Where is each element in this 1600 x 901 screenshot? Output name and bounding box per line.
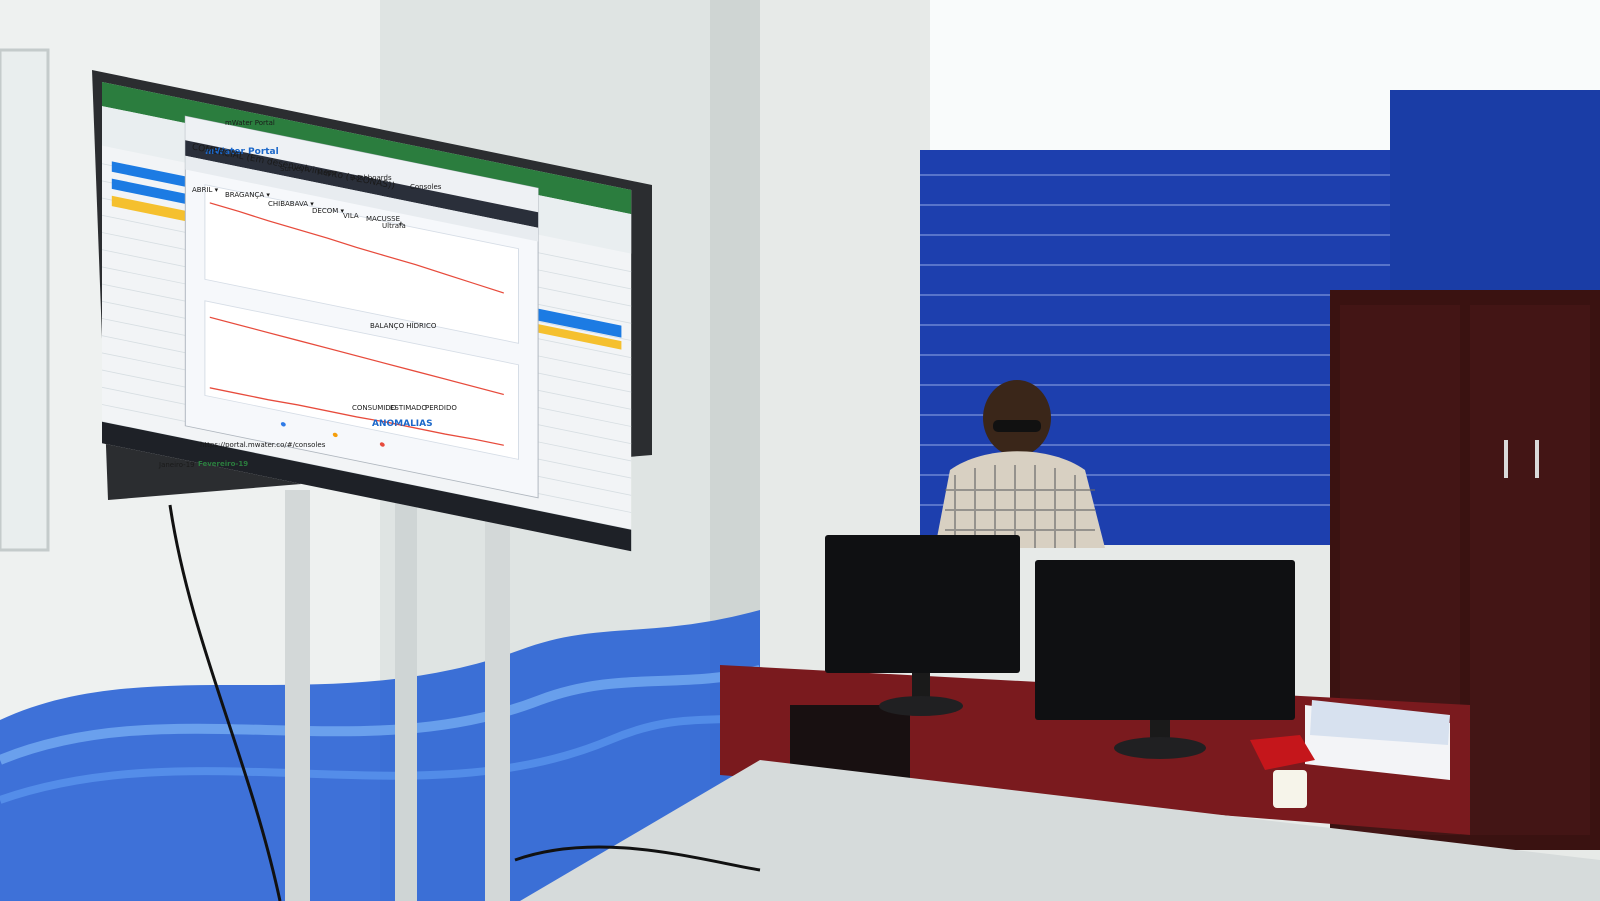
sheet-tab-janeiro: Janeiro-19 [159,461,195,469]
photo-scene [0,0,1600,901]
chart1-title: Ultrafa [382,222,406,230]
desk-remote [1273,770,1307,808]
chart2-title: BALANÇO HÍDRICO [370,322,437,330]
subtab-braganca: BRAGANÇA ▾ [225,191,270,199]
display-stand-cross [395,485,417,901]
left-display [0,48,50,552]
monitor-base-left [879,696,963,716]
toolbar-item-consoles: Consoles [410,183,442,191]
desk-monitor-right [1035,560,1295,720]
legend-perdido: PERDIDO [425,404,457,412]
legend-estimado: ESTIMADO [390,404,427,412]
monitor-stand-right [1150,720,1170,738]
cabinet-door-right [1470,305,1590,835]
section-heading-anomalias: ANOMALIAS [372,419,433,429]
subtab-chibabava: CHIBABAVA ▾ [268,200,314,208]
subtab-decom: DECOM ▾ [312,207,344,215]
sheet-tab-fevereiro: Fevereiro-19 [198,460,249,468]
blinds-right [1390,90,1600,300]
cabinet-handle-left [1504,440,1508,478]
browser-tab-label: mWater Portal [225,119,275,127]
subtab-abril: ABRIL ▾ [192,186,219,194]
person-glasses [993,420,1041,432]
display-stand-left [285,490,310,901]
display-stand-right [485,480,510,901]
monitor-base-right [1114,737,1206,759]
subtab-vila: VILA [343,212,359,220]
desk-monitor-left [825,535,1020,673]
person-head [983,380,1051,456]
cabinet-handle-right [1535,440,1539,478]
status-url: https://portal.mwater.co/#/consoles [200,441,326,449]
